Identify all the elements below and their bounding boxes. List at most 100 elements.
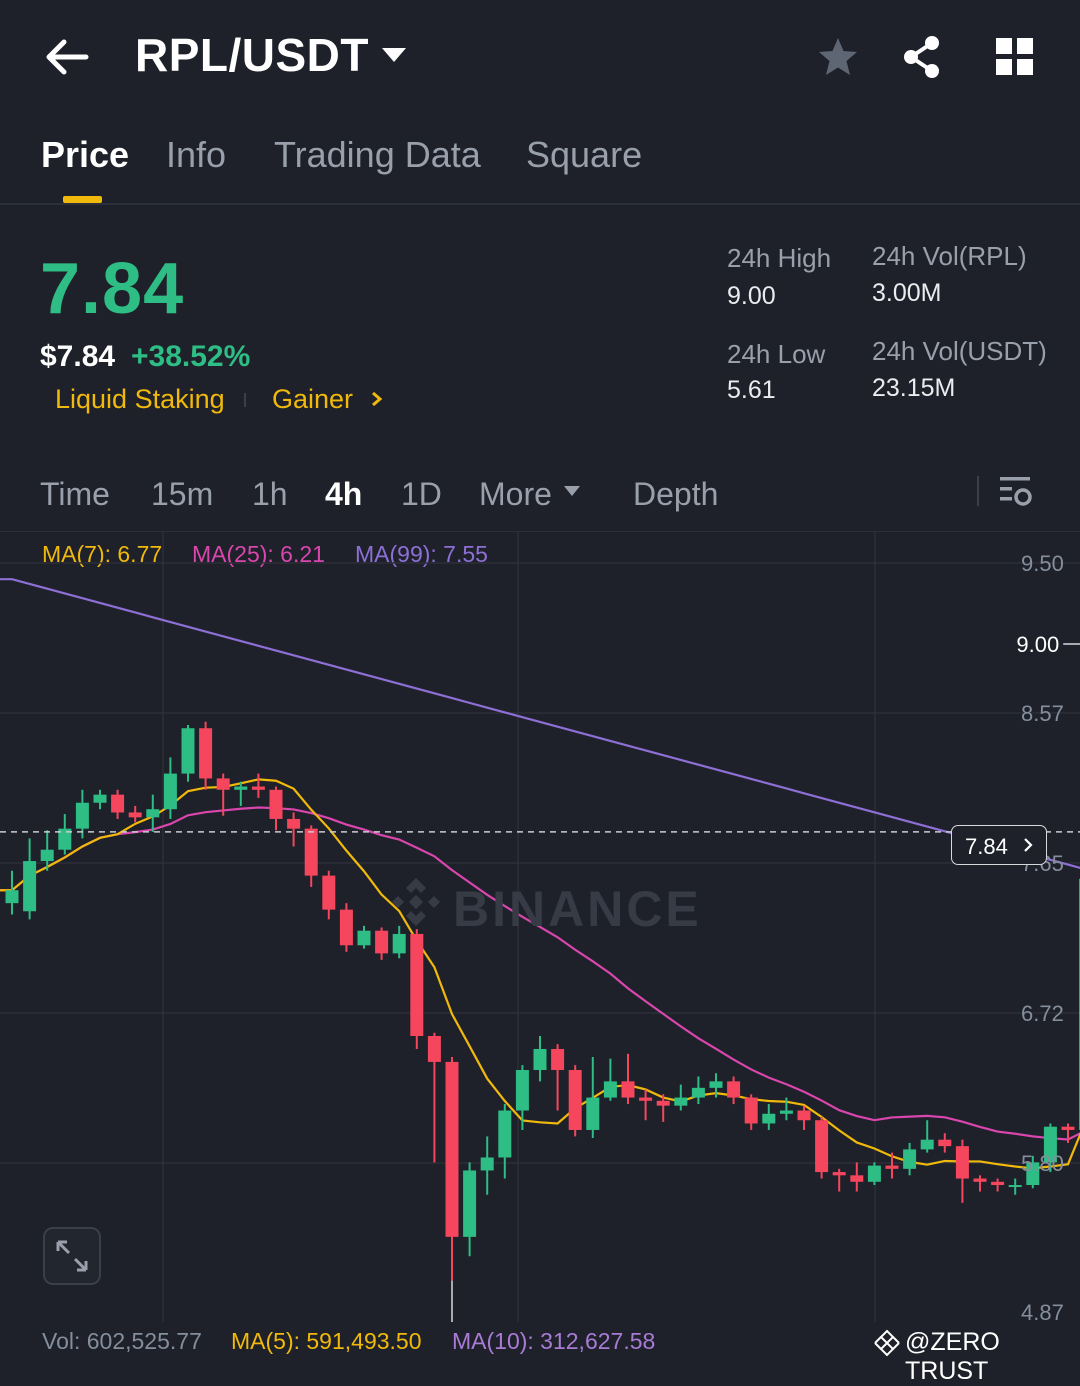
chevron-right-icon: [1024, 838, 1033, 852]
vol-base-value: 3.00M: [872, 279, 942, 307]
share-icon[interactable]: [901, 35, 943, 79]
candle-body: [322, 875, 336, 910]
y-axis-label: 9.50: [1021, 551, 1064, 576]
ma25-line: [0, 806, 1080, 1141]
tag-separator: [244, 393, 246, 407]
candle-body: [973, 1178, 987, 1182]
vol-ma5-label: MA(5): 591,493.50: [231, 1328, 422, 1354]
vol-quote-value: 23.15M: [872, 374, 956, 402]
interval-1h[interactable]: 1h: [252, 476, 288, 513]
candle-body: [603, 1081, 617, 1098]
high-label: 24h High: [727, 243, 832, 273]
credit-text: @ZERO TRUST: [905, 1328, 1000, 1385]
candle-body: [762, 1113, 776, 1124]
candle-body: [199, 728, 213, 779]
candle-body: [251, 786, 265, 790]
candle-body: [744, 1097, 758, 1124]
candle-body: [111, 794, 125, 813]
fullscreen-button[interactable]: [43, 1227, 101, 1285]
candle-body: [93, 794, 107, 803]
candle-body: [5, 890, 19, 904]
candle-body: [955, 1146, 969, 1179]
candle-body: [727, 1081, 741, 1098]
star-icon[interactable]: [817, 36, 859, 78]
tab-trading-data[interactable]: Trading Data: [274, 134, 481, 176]
interval-15m[interactable]: 15m: [151, 476, 213, 513]
candle-body: [375, 930, 389, 954]
interval-1d[interactable]: 1D: [401, 476, 442, 513]
tag-liquid-staking[interactable]: Liquid Staking: [55, 384, 225, 415]
interval-more[interactable]: More: [479, 476, 552, 513]
last-price: 7.84: [40, 249, 185, 329]
candle-body: [40, 849, 54, 862]
back-arrow-icon[interactable]: [44, 38, 90, 76]
low-label: 24h Low: [727, 339, 826, 369]
current-price-tag[interactable]: 7.84: [951, 825, 1047, 865]
candle-body: [1061, 1126, 1075, 1130]
candle-body: [639, 1097, 653, 1101]
candle-body: [586, 1097, 600, 1130]
high-value: 9.00: [727, 282, 776, 310]
candle-body: [779, 1110, 793, 1114]
candle-body: [480, 1157, 494, 1171]
chevron-right-icon[interactable]: [371, 391, 383, 407]
interval-time[interactable]: Time: [40, 476, 110, 513]
more-caret-icon[interactable]: [563, 485, 581, 497]
candle-body: [832, 1172, 846, 1176]
candle-body: [797, 1110, 811, 1121]
candle-body: [410, 933, 424, 1037]
candle-body: [920, 1139, 934, 1150]
ma99-line: [0, 578, 1080, 869]
tab-price[interactable]: Price: [41, 134, 129, 176]
candle-body: [146, 809, 160, 818]
candle-body: [621, 1081, 635, 1098]
candle-body: [568, 1070, 582, 1130]
y-axis-label: 4.87: [1021, 1300, 1064, 1325]
candle-body: [885, 1165, 899, 1169]
candle-body: [304, 828, 318, 876]
chart-settings-icon[interactable]: [1000, 476, 1034, 508]
pair-title[interactable]: RPL/USDT: [135, 28, 369, 82]
price-change: +38.52%: [131, 340, 251, 373]
candle-body: [234, 786, 248, 790]
tab-square[interactable]: Square: [526, 134, 642, 176]
grid-icon[interactable]: [996, 38, 1034, 76]
candle-body: [903, 1149, 917, 1169]
vol-label: Vol: 602,525.77: [42, 1328, 202, 1354]
watermark: BINANCE: [453, 881, 702, 937]
candle-body: [269, 789, 283, 819]
binance-logo-icon: [392, 878, 440, 926]
active-tab-indicator: [63, 196, 102, 203]
interval-depth[interactable]: Depth: [633, 476, 718, 513]
tag-gainer[interactable]: Gainer: [272, 384, 353, 415]
candle-body: [128, 812, 142, 818]
candle-body: [867, 1165, 881, 1182]
fiat-price: $7.84: [40, 340, 116, 373]
credit-logo-icon: [874, 1329, 900, 1357]
y-axis-label: 6.72: [1021, 1001, 1064, 1026]
vol-base-label: 24h Vol(RPL): [872, 241, 1027, 271]
candle-body: [515, 1070, 529, 1111]
candle-body: [445, 1061, 459, 1237]
candle-body: [815, 1120, 829, 1173]
interval-4h[interactable]: 4h: [325, 476, 362, 513]
candle-body: [691, 1087, 705, 1098]
candle-body: [357, 930, 371, 946]
candle-body: [674, 1097, 688, 1106]
ma7-line: [0, 778, 1080, 1170]
candle-body: [216, 778, 230, 790]
candle-body: [1008, 1185, 1022, 1188]
tab-info[interactable]: Info: [166, 134, 226, 176]
candle-body: [551, 1048, 565, 1071]
candle-body: [938, 1139, 952, 1147]
high-marker-label: 9.00: [1016, 632, 1059, 657]
low-value: 5.61: [727, 376, 776, 404]
candle-body: [163, 773, 177, 810]
candle-body: [287, 818, 301, 829]
dropdown-caret-icon[interactable]: [381, 46, 407, 64]
vol-quote-label: 24h Vol(USDT): [872, 336, 1047, 366]
current-price-value: 7.84: [965, 834, 1008, 859]
candle-body: [339, 909, 353, 946]
candle-body: [533, 1048, 547, 1071]
candle-body: [463, 1170, 477, 1237]
